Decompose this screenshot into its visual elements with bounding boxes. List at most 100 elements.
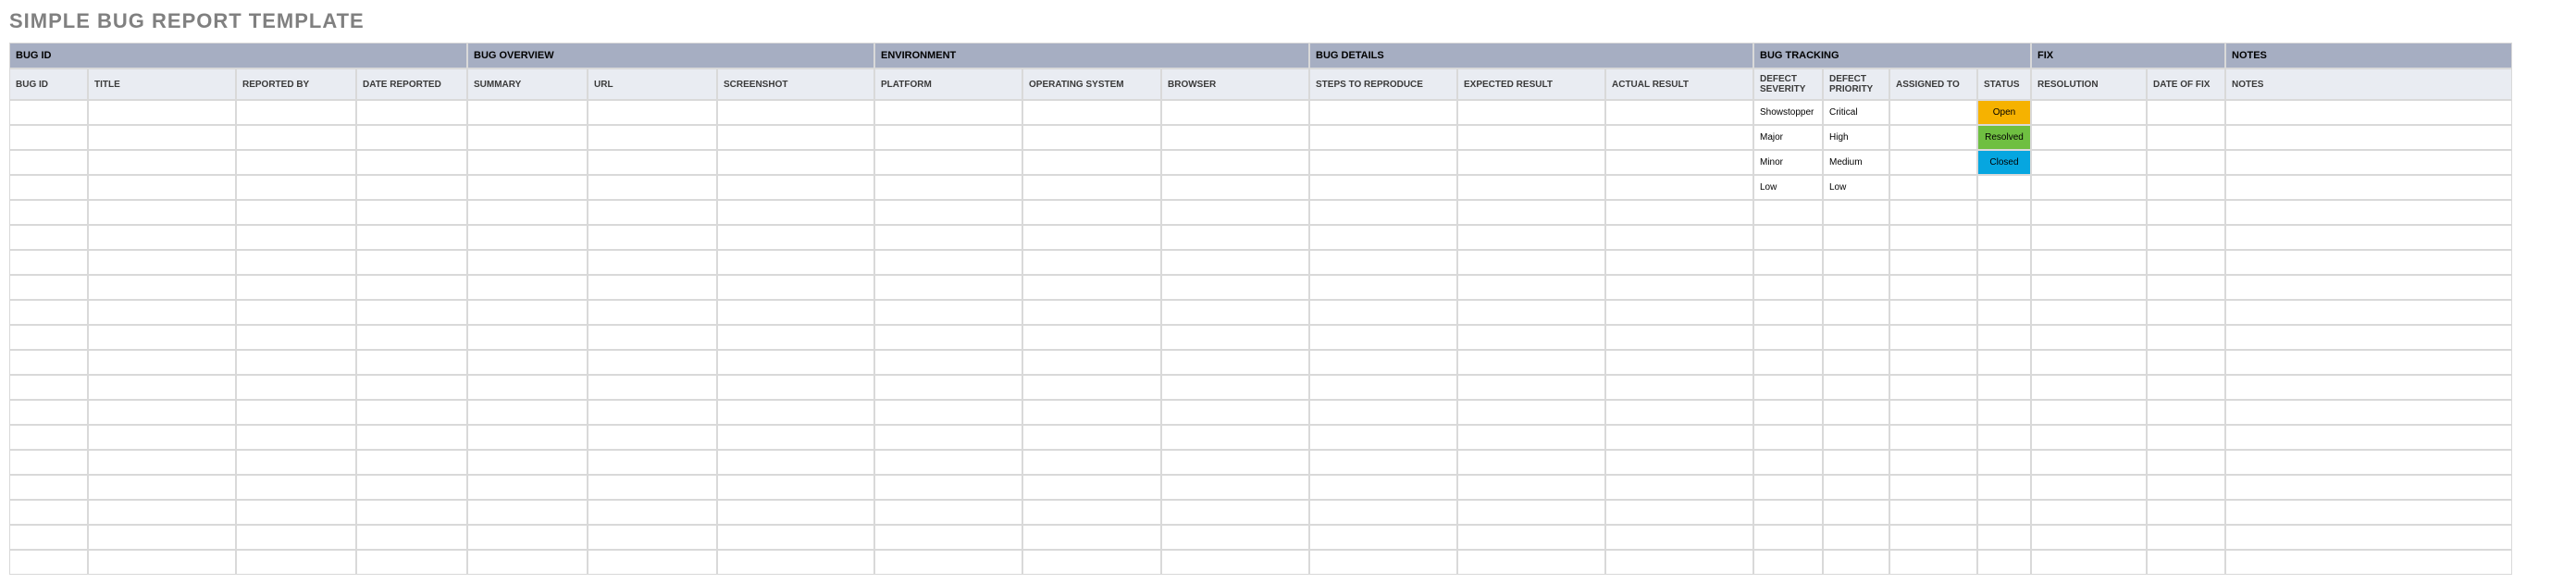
cell-bug-id[interactable]: [9, 350, 88, 375]
cell-assigned-to[interactable]: [1889, 450, 1977, 475]
cell-steps-to-reproduce[interactable]: [1309, 475, 1457, 500]
cell-summary[interactable]: [467, 150, 588, 175]
cell-date-reported[interactable]: [356, 250, 467, 275]
cell-date-reported[interactable]: [356, 375, 467, 400]
cell-operating-system[interactable]: [1022, 475, 1161, 500]
cell-actual-result[interactable]: [1605, 400, 1753, 425]
cell-reported-by[interactable]: [236, 350, 356, 375]
cell-steps-to-reproduce[interactable]: [1309, 100, 1457, 125]
cell-expected-result[interactable]: [1457, 225, 1605, 250]
cell-expected-result[interactable]: [1457, 475, 1605, 500]
cell-reported-by[interactable]: [236, 300, 356, 325]
cell-actual-result[interactable]: [1605, 225, 1753, 250]
cell-assigned-to[interactable]: [1889, 225, 1977, 250]
cell-actual-result[interactable]: [1605, 100, 1753, 125]
cell-defect-priority[interactable]: [1823, 375, 1889, 400]
cell-summary[interactable]: [467, 275, 588, 300]
cell-defect-priority[interactable]: [1823, 275, 1889, 300]
cell-bug-id[interactable]: [9, 475, 88, 500]
cell-date-of-fix[interactable]: [2147, 500, 2225, 525]
cell-platform[interactable]: [874, 150, 1022, 175]
cell-defect-priority[interactable]: [1823, 475, 1889, 500]
cell-status[interactable]: [1977, 525, 2031, 550]
cell-defect-severity[interactable]: [1753, 450, 1823, 475]
cell-date-reported[interactable]: [356, 100, 467, 125]
cell-steps-to-reproduce[interactable]: [1309, 550, 1457, 575]
cell-actual-result[interactable]: [1605, 325, 1753, 350]
cell-reported-by[interactable]: [236, 175, 356, 200]
cell-status[interactable]: Resolved: [1977, 125, 2031, 150]
cell-url[interactable]: [588, 525, 717, 550]
cell-status[interactable]: [1977, 550, 2031, 575]
cell-title[interactable]: [88, 375, 236, 400]
cell-status[interactable]: [1977, 350, 2031, 375]
cell-screenshot[interactable]: [717, 375, 874, 400]
cell-expected-result[interactable]: [1457, 425, 1605, 450]
cell-notes[interactable]: [2225, 175, 2512, 200]
cell-bug-id[interactable]: [9, 200, 88, 225]
cell-date-of-fix[interactable]: [2147, 100, 2225, 125]
cell-url[interactable]: [588, 450, 717, 475]
cell-title[interactable]: [88, 225, 236, 250]
cell-operating-system[interactable]: [1022, 400, 1161, 425]
cell-actual-result[interactable]: [1605, 350, 1753, 375]
cell-screenshot[interactable]: [717, 300, 874, 325]
cell-defect-severity[interactable]: [1753, 200, 1823, 225]
cell-date-of-fix[interactable]: [2147, 175, 2225, 200]
cell-notes[interactable]: [2225, 100, 2512, 125]
cell-reported-by[interactable]: [236, 125, 356, 150]
cell-notes[interactable]: [2225, 450, 2512, 475]
cell-date-reported[interactable]: [356, 450, 467, 475]
cell-resolution[interactable]: [2031, 525, 2147, 550]
cell-operating-system[interactable]: [1022, 250, 1161, 275]
cell-url[interactable]: [588, 250, 717, 275]
cell-operating-system[interactable]: [1022, 350, 1161, 375]
cell-screenshot[interactable]: [717, 450, 874, 475]
cell-defect-severity[interactable]: [1753, 250, 1823, 275]
cell-assigned-to[interactable]: [1889, 325, 1977, 350]
cell-status[interactable]: [1977, 200, 2031, 225]
cell-platform[interactable]: [874, 400, 1022, 425]
cell-status[interactable]: [1977, 500, 2031, 525]
cell-bug-id[interactable]: [9, 175, 88, 200]
cell-status[interactable]: [1977, 425, 2031, 450]
cell-operating-system[interactable]: [1022, 375, 1161, 400]
cell-browser[interactable]: [1161, 425, 1309, 450]
cell-assigned-to[interactable]: [1889, 525, 1977, 550]
cell-notes[interactable]: [2225, 375, 2512, 400]
cell-bug-id[interactable]: [9, 550, 88, 575]
cell-assigned-to[interactable]: [1889, 550, 1977, 575]
cell-resolution[interactable]: [2031, 325, 2147, 350]
cell-defect-severity[interactable]: [1753, 350, 1823, 375]
cell-browser[interactable]: [1161, 450, 1309, 475]
cell-bug-id[interactable]: [9, 100, 88, 125]
cell-platform[interactable]: [874, 525, 1022, 550]
cell-notes[interactable]: [2225, 125, 2512, 150]
cell-browser[interactable]: [1161, 525, 1309, 550]
cell-reported-by[interactable]: [236, 425, 356, 450]
cell-screenshot[interactable]: [717, 500, 874, 525]
cell-expected-result[interactable]: [1457, 200, 1605, 225]
cell-defect-priority[interactable]: [1823, 200, 1889, 225]
cell-actual-result[interactable]: [1605, 175, 1753, 200]
cell-expected-result[interactable]: [1457, 100, 1605, 125]
cell-screenshot[interactable]: [717, 100, 874, 125]
cell-platform[interactable]: [874, 500, 1022, 525]
cell-summary[interactable]: [467, 250, 588, 275]
cell-summary[interactable]: [467, 400, 588, 425]
cell-bug-id[interactable]: [9, 125, 88, 150]
cell-summary[interactable]: [467, 200, 588, 225]
cell-url[interactable]: [588, 275, 717, 300]
cell-screenshot[interactable]: [717, 525, 874, 550]
cell-summary[interactable]: [467, 475, 588, 500]
cell-url[interactable]: [588, 150, 717, 175]
cell-defect-priority[interactable]: [1823, 425, 1889, 450]
cell-operating-system[interactable]: [1022, 175, 1161, 200]
cell-status[interactable]: [1977, 275, 2031, 300]
cell-browser[interactable]: [1161, 200, 1309, 225]
cell-title[interactable]: [88, 450, 236, 475]
cell-browser[interactable]: [1161, 275, 1309, 300]
cell-title[interactable]: [88, 475, 236, 500]
cell-bug-id[interactable]: [9, 150, 88, 175]
cell-expected-result[interactable]: [1457, 150, 1605, 175]
